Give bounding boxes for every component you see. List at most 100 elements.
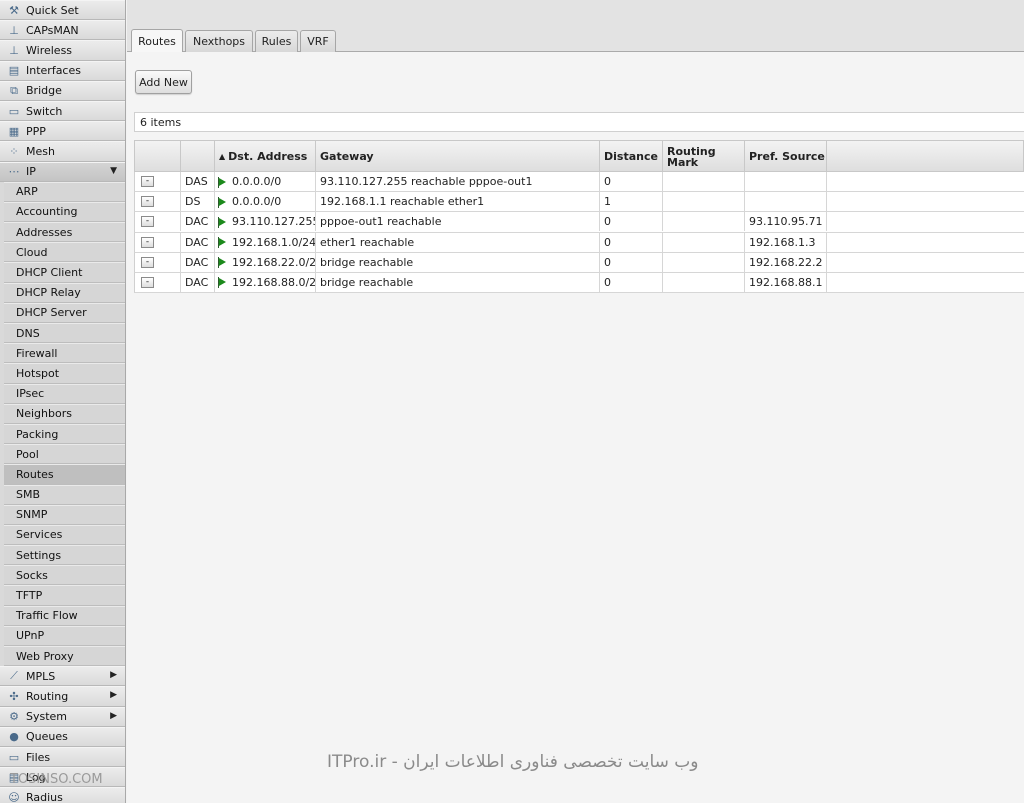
sidebar-subitem-traffic-flow[interactable]: Traffic Flow bbox=[4, 605, 125, 626]
corner-watermark: TOSINSO.COM bbox=[10, 772, 103, 787]
sidebar-item-capsman[interactable]: ⊥ CAPsMAN bbox=[0, 20, 125, 41]
sidebar-subitem-label: Settings bbox=[16, 548, 62, 562]
sidebar-subitem-hotspot[interactable]: Hotspot bbox=[4, 363, 125, 384]
col-distance-label: Distance bbox=[604, 150, 658, 163]
sidebar-item-files[interactable]: ▭ Files bbox=[0, 746, 125, 768]
col-pref-source-label: Pref. Source bbox=[749, 150, 825, 163]
cell-dst-address[interactable]: 192.168.1.0/24 bbox=[215, 232, 316, 252]
sidebar-item-label: Interfaces bbox=[26, 64, 81, 78]
cell-dst-address[interactable]: 0.0.0.0/0 bbox=[215, 192, 316, 212]
sidebar-item-label: MPLS bbox=[26, 669, 56, 683]
sidebar-item-quick-set[interactable]: ⚒ Quick Set bbox=[0, 0, 125, 21]
sidebar-subitem-label: DHCP Server bbox=[16, 306, 87, 320]
sidebar-subitem-cloud[interactable]: Cloud bbox=[4, 242, 125, 263]
sidebar-subitem-accounting[interactable]: Accounting bbox=[4, 201, 125, 223]
cell-remove: - bbox=[135, 252, 181, 272]
remove-route-button[interactable]: - bbox=[141, 216, 154, 228]
sidebar-subitem-label: DNS bbox=[16, 326, 40, 340]
remove-route-button[interactable]: - bbox=[141, 276, 154, 288]
cell-dst-address[interactable]: 0.0.0.0/0 bbox=[215, 172, 316, 191]
sidebar-subitem-ipsec[interactable]: IPsec bbox=[4, 383, 125, 404]
files-icon: ▭ bbox=[8, 750, 20, 764]
chevron-down-icon: ▼ bbox=[110, 165, 117, 176]
sidebar-menu: ⚒ Quick Set ⊥ CAPsMAN ⊥ Wireless ▤ Interfaces ⧉ B… bbox=[0, 0, 126, 803]
sidebar-subitem-arp[interactable]: ARP bbox=[4, 181, 125, 202]
sidebar-subitem-firewall[interactable]: Firewall bbox=[4, 343, 125, 364]
sidebar-subitem-dhcp-client[interactable]: DHCP Client bbox=[4, 262, 125, 283]
col-flags[interactable] bbox=[181, 141, 215, 172]
sidebar-subitem-tftp[interactable]: TFTP bbox=[4, 585, 125, 606]
sidebar-subitem-upnp[interactable]: UPnP bbox=[4, 625, 125, 646]
sidebar-subitem-neighbors[interactable]: Neighbors bbox=[4, 403, 125, 424]
sidebar-subitem-pool[interactable]: Pool bbox=[4, 444, 125, 465]
remove-route-button[interactable]: - bbox=[141, 176, 154, 187]
cell-pref-source bbox=[745, 192, 827, 212]
sidebar-subitem-smb[interactable]: SMB bbox=[4, 484, 125, 505]
sidebar-item-switch[interactable]: ▭ Switch bbox=[0, 100, 125, 122]
tab-nexthops[interactable]: Nexthops bbox=[185, 30, 253, 52]
sidebar-item-system[interactable]: ⚙ System ▶ bbox=[0, 706, 125, 727]
sidebar-subitem-label: SNMP bbox=[16, 508, 48, 522]
table-row[interactable]: - DAC 192.168.88.0/24 bridge reachable 0 192.… bbox=[134, 272, 1024, 294]
col-distance[interactable]: Distance bbox=[600, 141, 663, 172]
sidebar-subitem-services[interactable]: Services bbox=[4, 524, 125, 546]
col-pref-source[interactable]: Pref. Source bbox=[745, 141, 827, 172]
ip-icon: ⋯ bbox=[8, 165, 20, 179]
tab-rules[interactable]: Rules bbox=[255, 30, 298, 52]
add-new-button[interactable]: Add New bbox=[135, 70, 192, 94]
chevron-right-icon: ▶ bbox=[110, 710, 117, 721]
col-dst-address[interactable]: ▲ Dst. Address bbox=[215, 141, 316, 172]
dst-address-text: 192.168.22.0/24 bbox=[232, 255, 316, 269]
cell-dst-address[interactable]: 192.168.88.0/24 bbox=[215, 272, 316, 292]
sidebar-item-wireless[interactable]: ⊥ Wireless bbox=[0, 40, 125, 61]
queues-icon: ● bbox=[9, 730, 19, 744]
tab-routes[interactable]: Routes bbox=[131, 29, 183, 52]
col-routing-mark[interactable]: Routing Mark bbox=[663, 141, 745, 172]
sidebar-subitem-packing[interactable]: Packing bbox=[4, 423, 125, 445]
sidebar-item-radius[interactable]: ☺ Radius bbox=[0, 787, 125, 803]
sidebar-subitem-dhcp-relay[interactable]: DHCP Relay bbox=[4, 282, 125, 303]
cell-dst-address[interactable]: 192.168.22.0/24 bbox=[215, 252, 316, 272]
sidebar-subitem-label: SMB bbox=[16, 488, 41, 502]
route-flag-icon bbox=[218, 277, 226, 289]
chevron-right-icon: ▶ bbox=[110, 670, 117, 681]
cell-dst-address[interactable]: 93.110.127.255 bbox=[215, 212, 316, 232]
sidebar-item-mpls[interactable]: ⟋ MPLS ▶ bbox=[0, 666, 125, 687]
cell-remove: - bbox=[135, 212, 181, 232]
cell-pref-source: 192.168.22.2 bbox=[745, 252, 827, 272]
table-row[interactable]: - DS 0.0.0.0/0 192.168.1.1 reachable ether1… bbox=[134, 192, 1024, 213]
sidebar-item-bridge[interactable]: ⧉ Bridge bbox=[0, 80, 125, 101]
remove-route-button[interactable]: - bbox=[141, 236, 154, 248]
sidebar-item-mesh[interactable]: ⁘ Mesh bbox=[0, 141, 125, 162]
capsman-icon: ⊥ bbox=[9, 23, 19, 37]
sidebar-subitem-routes[interactable]: Routes bbox=[4, 464, 125, 485]
table-row[interactable]: - DAC 192.168.1.0/24 ether1 reachable 0 192.1… bbox=[134, 232, 1024, 253]
sidebar-subitem-dns[interactable]: DNS bbox=[4, 323, 125, 344]
table-body: - DAS 0.0.0.0/0 93.110.127.255 reachable pp… bbox=[134, 172, 1024, 294]
sidebar-subitem-socks[interactable]: Socks bbox=[4, 565, 125, 586]
cell-routing-mark bbox=[663, 192, 745, 212]
sidebar-subitem-web-proxy[interactable]: Web Proxy bbox=[4, 646, 125, 667]
tab-bar: Routes Nexthops Rules VRF bbox=[127, 0, 1024, 52]
cell-flags: DS bbox=[181, 192, 215, 212]
sidebar-subitem-dhcp-server[interactable]: DHCP Server bbox=[4, 302, 125, 323]
col-gateway[interactable]: Gateway bbox=[316, 141, 600, 172]
sidebar-item-interfaces[interactable]: ▤ Interfaces bbox=[0, 60, 125, 81]
cell-pref-source: 93.110.95.71 bbox=[745, 212, 827, 232]
table-row[interactable]: - DAC 192.168.22.0/24 bridge reachable 0 192.… bbox=[134, 252, 1024, 273]
sidebar-subitem-label: UPnP bbox=[16, 629, 45, 643]
sidebar-subitem-addresses[interactable]: Addresses bbox=[4, 222, 125, 243]
sidebar-item-ip[interactable]: ⋯ IP ▼ bbox=[0, 161, 125, 182]
tab-vrf[interactable]: VRF bbox=[300, 30, 336, 52]
sidebar-item-queues[interactable]: ● Queues bbox=[0, 726, 125, 747]
ppp-icon: ▦ bbox=[8, 124, 20, 138]
table-row[interactable]: - DAS 0.0.0.0/0 93.110.127.255 reachable pp… bbox=[134, 172, 1024, 193]
sidebar-item-ppp[interactable]: ▦ PPP bbox=[0, 121, 125, 142]
remove-route-button[interactable]: - bbox=[141, 196, 154, 208]
sidebar-item-routing[interactable]: ✣ Routing ▶ bbox=[0, 686, 125, 707]
remove-route-button[interactable]: - bbox=[141, 256, 154, 268]
sidebar-subitem-label: Routes bbox=[16, 467, 54, 481]
sidebar-subitem-settings[interactable]: Settings bbox=[4, 545, 125, 566]
sidebar-subitem-snmp[interactable]: SNMP bbox=[4, 504, 125, 525]
table-row[interactable]: - DAC 93.110.127.255 pppoe-out1 reachable 0 9… bbox=[134, 212, 1024, 233]
